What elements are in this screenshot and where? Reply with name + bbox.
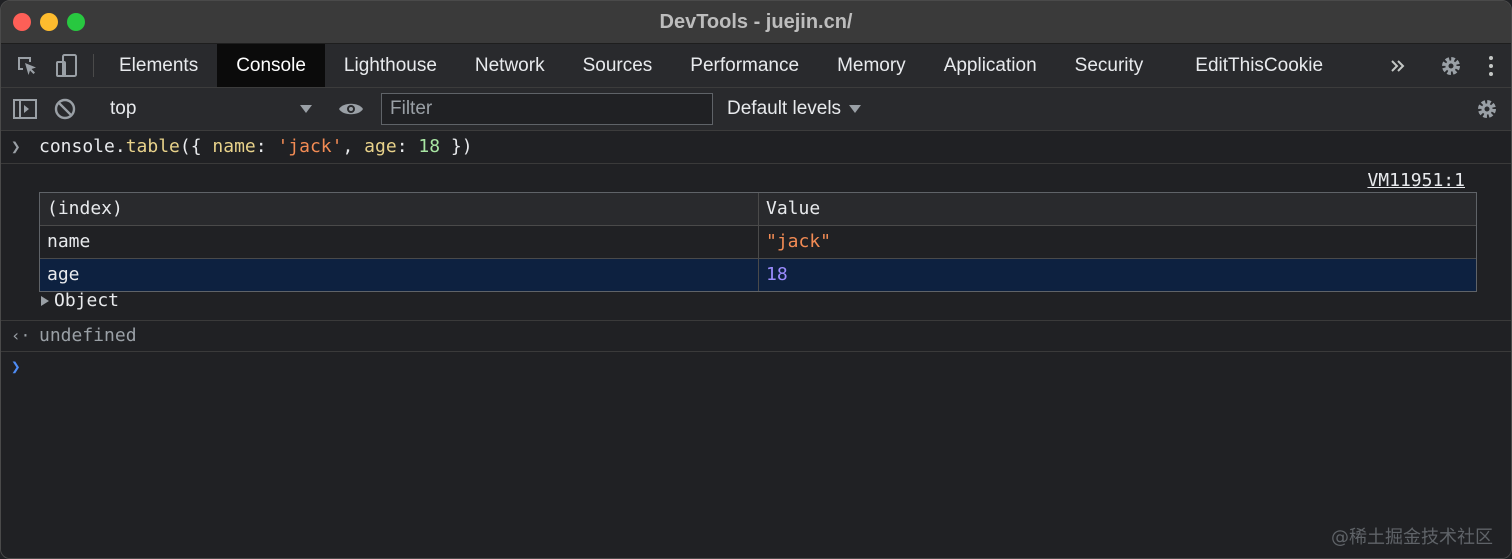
- tab-gap: [1162, 44, 1176, 87]
- column-header-value[interactable]: Value: [759, 193, 1476, 225]
- code-token: ({: [179, 136, 213, 157]
- tab-security[interactable]: Security: [1056, 44, 1163, 87]
- console-result-entry: ‹· undefined: [1, 321, 1511, 352]
- prompt-chevron-icon: ❯: [11, 357, 21, 376]
- source-link[interactable]: VM11951:1: [1367, 170, 1465, 191]
- code-token: }): [440, 136, 473, 157]
- kebab-menu-icon[interactable]: [1471, 54, 1511, 78]
- table-row[interactable]: name "jack": [40, 226, 1476, 259]
- filter-placeholder: Filter: [390, 98, 433, 119]
- settings-icon[interactable]: [1431, 54, 1471, 78]
- more-tabs-icon[interactable]: [1378, 56, 1418, 76]
- tab-memory[interactable]: Memory: [818, 44, 925, 87]
- chevron-down-icon: [849, 105, 862, 113]
- settings-icon[interactable]: [1467, 97, 1507, 121]
- table-row[interactable]: age 18: [40, 259, 1476, 291]
- tab-performance[interactable]: Performance: [671, 44, 818, 87]
- console-table: (index) Value name "jack" age 18: [39, 192, 1477, 292]
- expand-triangle-icon: [41, 295, 49, 306]
- log-levels-label: Default levels: [727, 98, 842, 119]
- toolbar-divider: [93, 54, 94, 77]
- code-token: table: [125, 136, 180, 157]
- code-token: ,: [342, 136, 365, 157]
- clear-console-icon[interactable]: [45, 97, 85, 121]
- row-value-cell: 18: [766, 264, 788, 285]
- console-input-entry: ❯ console.table({ name: 'jack', age: 18 …: [1, 131, 1511, 164]
- sidebar-toggle-icon[interactable]: [5, 98, 45, 120]
- row-index-cell: age: [40, 259, 759, 291]
- devtools-window: DevTools - juejin.cn/ Elements Console L…: [0, 0, 1512, 559]
- title-bar: DevTools - juejin.cn/: [1, 1, 1511, 44]
- device-toolbar-icon[interactable]: [47, 44, 87, 87]
- tab-console[interactable]: Console: [217, 44, 325, 87]
- watermark: @稀土掘金技术社区: [1331, 527, 1493, 548]
- code-token: 18: [418, 136, 441, 157]
- console-output: ❯ console.table({ name: 'jack', age: 18 …: [1, 131, 1511, 558]
- panel-tabs-bar: Elements Console Lighthouse Network Sour…: [1, 44, 1511, 88]
- chevron-down-icon: [300, 105, 312, 113]
- code-token: :: [396, 136, 419, 157]
- console-toolbar: top Filter Default levels: [1, 88, 1511, 131]
- context-selector-value: top: [110, 98, 137, 119]
- tabbar-actions: [1378, 44, 1511, 87]
- console-table-output: VM11951:1 (index) Value name "jack" age …: [1, 164, 1511, 321]
- eye-icon[interactable]: [331, 100, 371, 118]
- inspect-element-icon[interactable]: [7, 44, 47, 87]
- object-label: Object: [54, 290, 120, 311]
- code-token: console.: [39, 136, 126, 157]
- window-title: DevTools - juejin.cn/: [659, 11, 853, 33]
- filter-input[interactable]: Filter: [381, 93, 713, 125]
- tab-application[interactable]: Application: [925, 44, 1056, 87]
- console-prompt[interactable]: ❯: [1, 352, 1511, 382]
- object-expander[interactable]: Object: [41, 290, 119, 311]
- code-token: name: [212, 136, 256, 157]
- tab-sources[interactable]: Sources: [564, 44, 672, 87]
- tab-editthiscookie[interactable]: EditThisCookie: [1176, 44, 1342, 87]
- context-selector[interactable]: top: [106, 94, 318, 124]
- tab-network[interactable]: Network: [456, 44, 564, 87]
- result-arrow-icon: ‹·: [11, 326, 31, 345]
- table-header-row: (index) Value: [40, 193, 1476, 226]
- row-index-cell: name: [40, 226, 759, 258]
- result-value: undefined: [39, 325, 137, 346]
- log-levels-dropdown[interactable]: Default levels: [727, 98, 862, 120]
- column-header-index[interactable]: (index): [40, 193, 759, 225]
- toolbar-right-actions: [1454, 88, 1511, 130]
- input-chevron-icon: ❯: [11, 137, 21, 156]
- code-token: 'jack': [277, 136, 343, 157]
- row-value-cell: "jack": [766, 231, 832, 252]
- code-token: age: [364, 136, 397, 157]
- code-token: :: [255, 136, 278, 157]
- tab-elements[interactable]: Elements: [100, 44, 217, 87]
- tab-lighthouse[interactable]: Lighthouse: [325, 44, 456, 87]
